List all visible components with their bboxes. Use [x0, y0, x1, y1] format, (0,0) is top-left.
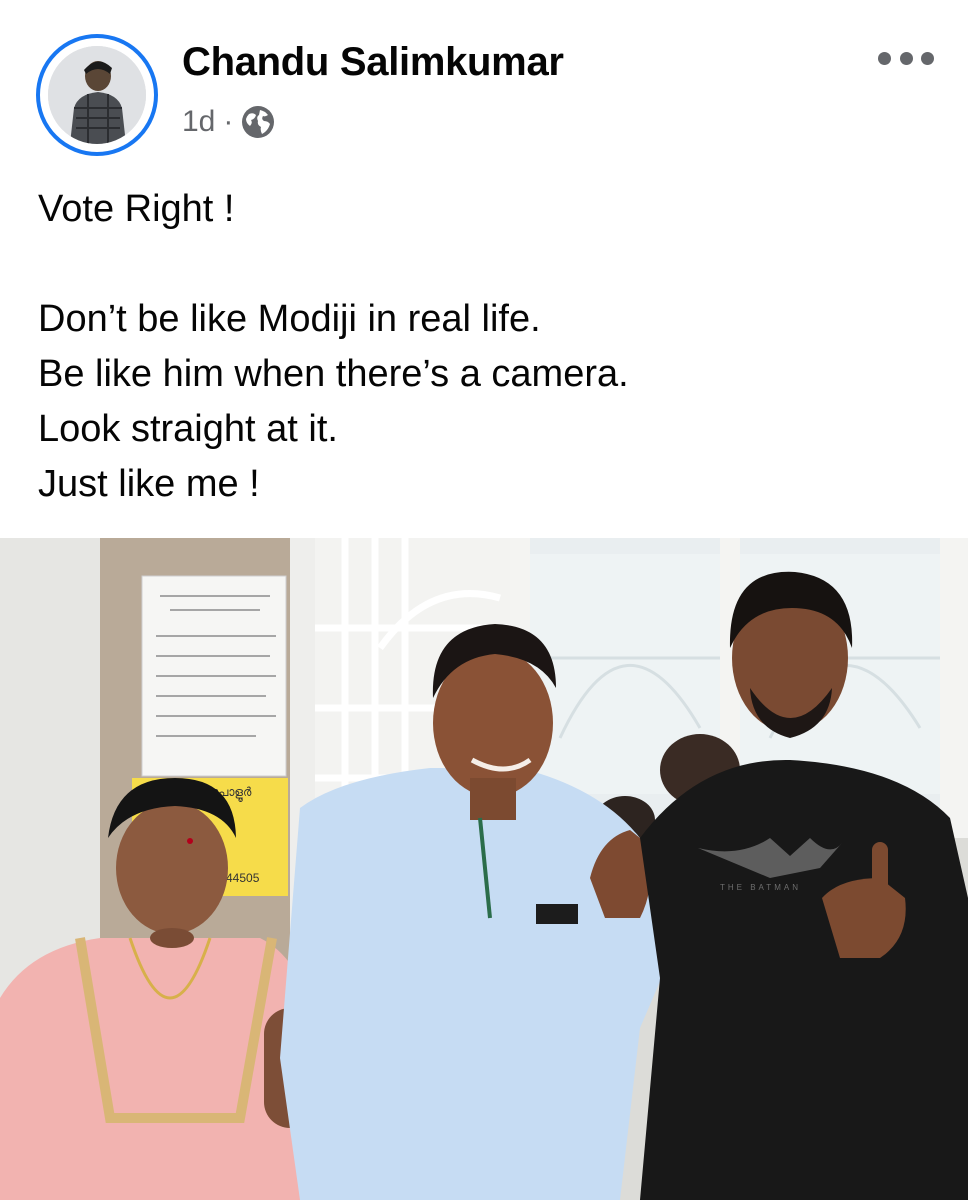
more-horizontal-icon	[878, 51, 891, 65]
post-text-line: Just like me !	[38, 463, 260, 505]
post-meta: 1d ·	[182, 102, 275, 142]
meta-separator: ·	[223, 105, 234, 138]
photo-scene: 78 പോളൂർ 44505 THE BATMAN	[0, 538, 968, 1200]
globe-icon[interactable]	[241, 105, 275, 139]
timestamp[interactable]: 1d	[182, 105, 215, 139]
post-text-line: Be like him when there’s a camera.	[38, 353, 629, 395]
post-photo[interactable]: 78 പോളൂർ 44505 THE BATMAN	[0, 538, 968, 1200]
post-text-line: Look straight at it.	[38, 408, 338, 450]
post-header: Chandu Salimkumar 1d ·	[0, 0, 968, 170]
notice-sign-number: 44505	[226, 871, 260, 885]
more-horizontal-icon	[921, 51, 934, 65]
post-text-line: Vote Right !	[38, 188, 235, 230]
post-text: Vote Right ! Don’t be like Modiji in rea…	[38, 182, 938, 512]
more-options-button[interactable]	[870, 38, 942, 78]
post-text-line: Don’t be like Modiji in real life.	[38, 298, 541, 340]
avatar-image	[48, 46, 146, 144]
story-ring[interactable]	[36, 34, 158, 156]
avatar[interactable]	[48, 46, 146, 144]
author-name[interactable]: Chandu Salimkumar	[182, 40, 564, 85]
shirt-print: THE BATMAN	[720, 883, 801, 892]
post-text-line	[38, 237, 938, 292]
more-horizontal-icon	[899, 51, 913, 65]
